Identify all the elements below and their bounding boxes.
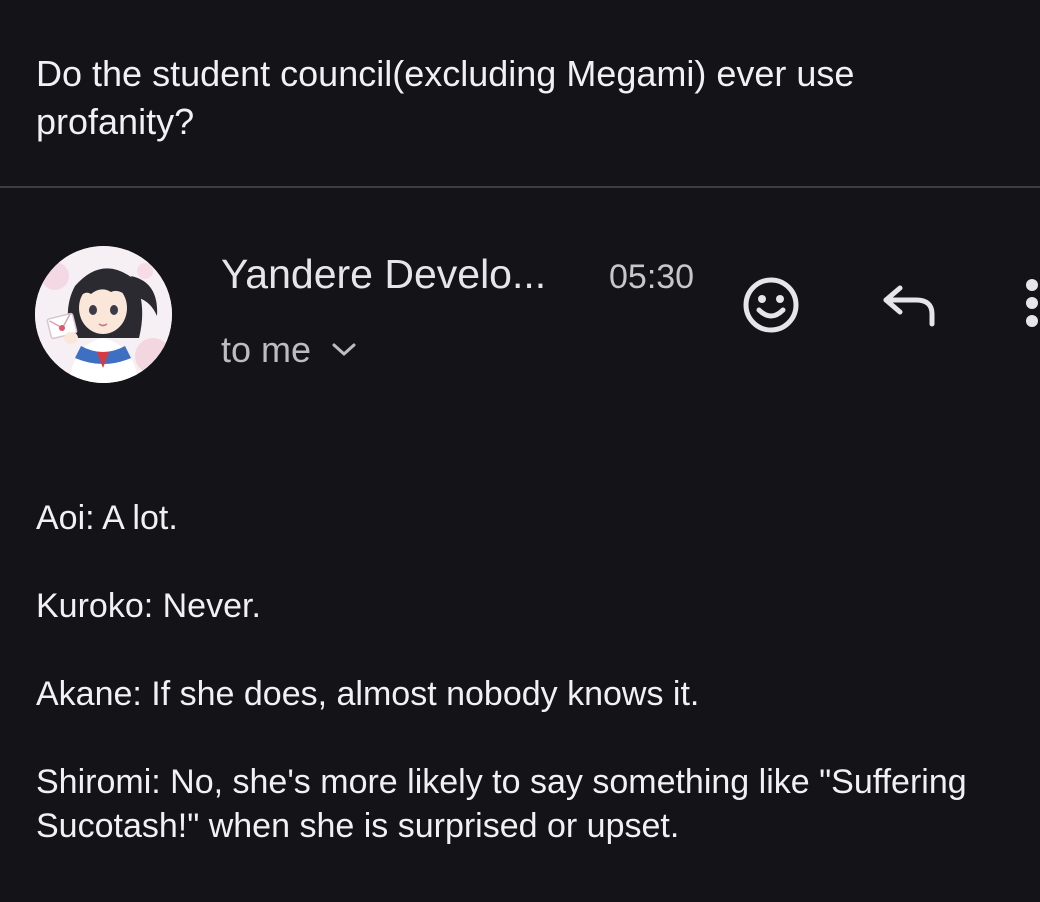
more-options-button[interactable] bbox=[1014, 270, 1040, 336]
more-vertical-icon bbox=[1026, 279, 1038, 327]
sent-time: 05:30 bbox=[609, 258, 695, 296]
header-divider bbox=[0, 186, 1040, 188]
add-reaction-button[interactable] bbox=[738, 272, 804, 338]
chevron-down-icon bbox=[332, 343, 356, 356]
email-subject: Do the student council(excluding Megami)… bbox=[36, 53, 855, 142]
reply-arrow-icon bbox=[883, 285, 935, 327]
anime-girl-avatar bbox=[35, 246, 172, 383]
sender-name[interactable]: Yandere Develo... bbox=[221, 248, 546, 300]
body-line-shiromi: Shiromi: No, she's more likely to say so… bbox=[36, 763, 967, 845]
body-line-kuroko: Kuroko: Never. bbox=[36, 587, 261, 625]
smiley-icon bbox=[743, 277, 799, 333]
email-body: Aoi: A lot. Kuroko: Never. Akane: If she… bbox=[36, 496, 1040, 892]
recipient-label: to me bbox=[221, 329, 312, 370]
reply-button[interactable] bbox=[876, 276, 942, 334]
recipient-details-toggle[interactable]: to me bbox=[221, 327, 357, 373]
sender-avatar[interactable] bbox=[35, 246, 172, 383]
body-line-akane: Akane: If she does, almost nobody knows … bbox=[36, 675, 700, 713]
body-line-aoi: Aoi: A lot. bbox=[36, 499, 178, 537]
